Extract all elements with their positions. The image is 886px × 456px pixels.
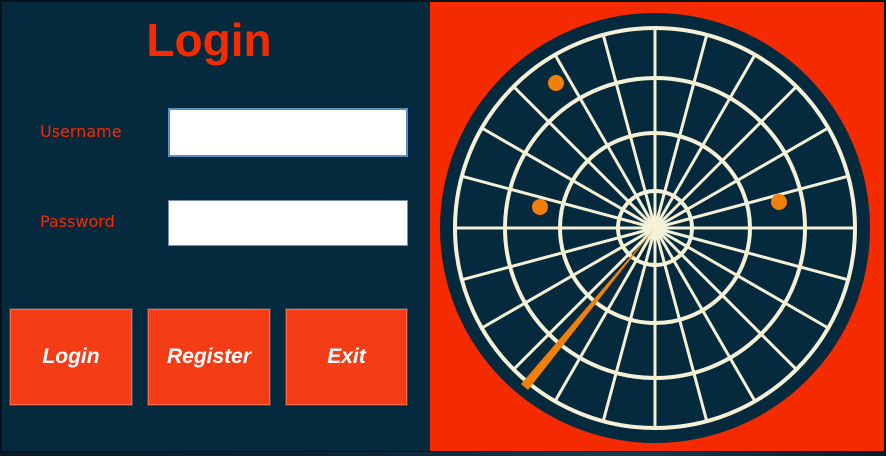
radar-icon [440,13,870,443]
exit-button[interactable]: Exit [285,308,408,406]
password-label: Password [40,212,115,231]
username-input[interactable] [168,108,408,157]
radar-blip [771,194,787,210]
login-panel: Login Username Password Login Register E… [2,2,430,451]
page-title: Login [146,14,272,66]
radar-blip [548,75,564,91]
register-button[interactable]: Register [147,308,271,406]
login-button[interactable]: Login [9,308,133,406]
password-input[interactable] [168,200,408,246]
radar-blip [532,199,548,215]
username-label: Username [40,122,122,141]
login-window: Login Username Password Login Register E… [0,0,886,452]
desktop-edge [0,452,886,456]
